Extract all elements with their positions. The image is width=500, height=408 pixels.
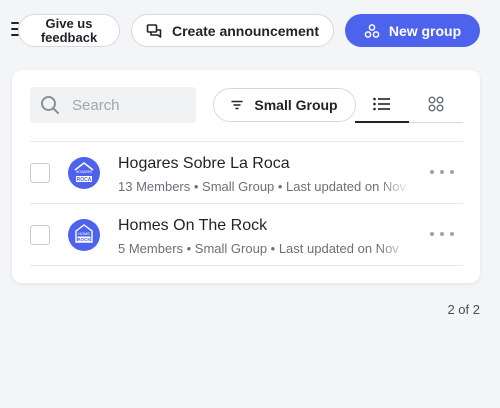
svg-text:HOGARES: HOGARES [76,170,93,174]
row-checkbox[interactable] [30,163,50,183]
meta-fade [378,238,412,258]
search-box[interactable] [30,87,196,123]
search-icon [41,96,59,114]
search-input[interactable] [70,95,184,115]
meta-fade [378,176,412,196]
group-meta: 13 Members • Small Group • Last updated … [118,179,407,194]
filter-button[interactable]: Small Group [213,88,356,122]
group-avatar: HOGARES ROCA [68,157,100,189]
filter-label: Small Group [254,97,338,113]
list-view-button[interactable] [355,86,409,123]
more-options-icon[interactable] [430,226,454,242]
feedback-button[interactable]: Give us feedback [18,14,120,47]
group-icon [364,23,380,38]
filter-icon [231,100,243,110]
group-avatar: HOME ROCK [68,219,100,251]
table-row[interactable]: HOME ROCK Homes On The Rock 5 Members • … [12,204,480,266]
new-group-button[interactable]: New group [345,14,480,47]
group-name[interactable]: Hogares Sobre La Roca [118,155,290,173]
feedback-button-label: Give us feedback [40,15,98,45]
create-announcement-button[interactable]: Create announcement [131,14,334,47]
svg-text:ROCA: ROCA [77,177,92,183]
divider [30,265,463,266]
grid-view-button[interactable] [409,86,463,123]
svg-text:HOME: HOME [78,231,90,236]
view-toggle [355,86,463,123]
group-meta: 5 Members • Small Group • Last updated o… [118,241,399,256]
new-group-label: New group [388,22,462,39]
house-logo-icon: HOGARES ROCA [74,162,94,183]
svg-text:ROCK: ROCK [77,237,91,242]
chat-bubbles-icon [146,23,162,38]
more-options-icon[interactable] [430,164,454,180]
group-name[interactable]: Homes On The Rock [118,217,267,235]
grid-icon [428,96,444,112]
house-logo-icon: HOME ROCK [75,224,93,243]
row-checkbox[interactable] [30,225,50,245]
list-icon [373,97,390,110]
groups-card: Small Group [12,70,480,283]
pagination-label: 2 of 2 [447,302,480,317]
create-announcement-label: Create announcement [171,22,320,39]
table-row[interactable]: HOGARES ROCA Hogares Sobre La Roca 13 Me… [12,142,480,204]
